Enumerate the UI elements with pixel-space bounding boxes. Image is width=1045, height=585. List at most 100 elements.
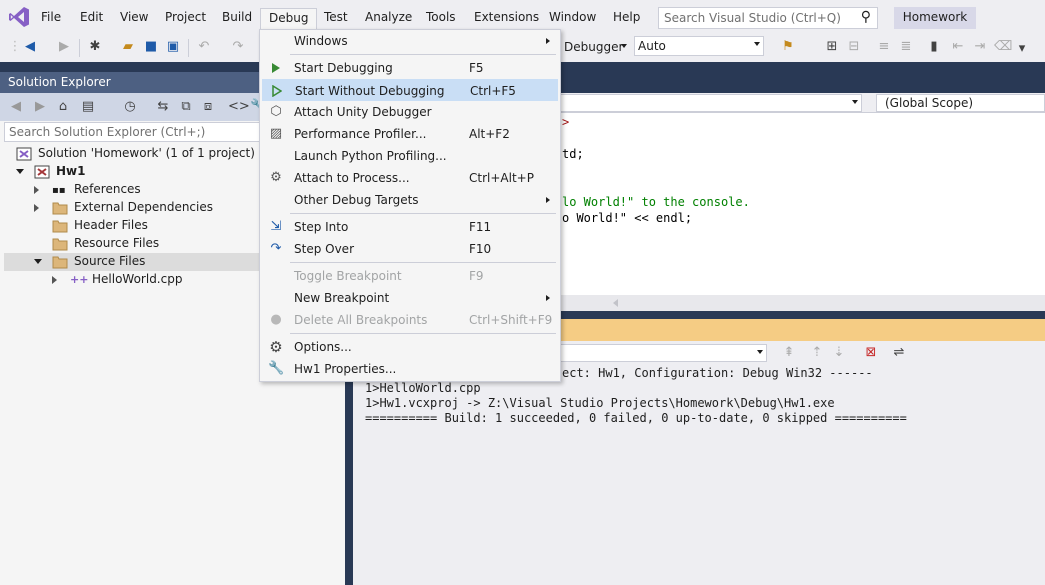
scope-navigation-combo[interactable]: (Global Scope) bbox=[876, 94, 1045, 112]
collapsed-arrow-icon[interactable] bbox=[34, 204, 39, 212]
solution-name-badge: Homework bbox=[894, 7, 976, 29]
search-input[interactable]: Search Visual Studio (Ctrl+Q) ⚲ bbox=[658, 7, 878, 29]
debug-menu-step-into[interactable]: ⇲ Step Into F11 bbox=[262, 216, 558, 238]
show-all-files-icon[interactable]: ⧈ bbox=[200, 99, 216, 115]
code-line: > bbox=[562, 115, 570, 129]
undo-icon[interactable]: ↶ bbox=[196, 39, 212, 55]
menu-build[interactable]: Build bbox=[222, 8, 252, 28]
collapsed-arrow-icon[interactable] bbox=[52, 276, 57, 284]
debug-menu-new-breakpoint[interactable]: New Breakpoint bbox=[262, 287, 558, 309]
clear-bookmarks-icon[interactable]: ⌫ bbox=[994, 39, 1012, 55]
debug-menu-windows[interactable]: Windows bbox=[262, 30, 558, 52]
submenu-arrow-icon bbox=[546, 38, 550, 44]
indent-icon[interactable]: ≡ bbox=[876, 39, 892, 55]
expanded-arrow-icon[interactable] bbox=[16, 169, 24, 174]
uncomment-icon[interactable]: ⊟ bbox=[846, 39, 862, 55]
menu-help[interactable]: Help bbox=[613, 8, 640, 28]
prev-message-icon[interactable]: ⇡ bbox=[809, 345, 825, 361]
menu-view[interactable]: View bbox=[120, 8, 148, 28]
debugger-dropdown-arrow-icon[interactable] bbox=[621, 44, 627, 48]
unity-icon: ⬡ bbox=[270, 104, 282, 119]
output-line: ect: Hw1, Configuration: Debug Win32 ---… bbox=[562, 366, 873, 380]
next-message-icon[interactable]: ⇣ bbox=[831, 345, 847, 361]
word-wrap-icon[interactable]: ⇌ bbox=[891, 345, 907, 361]
forward-icon[interactable]: ▶ bbox=[32, 99, 48, 115]
solution-explorer-search-input[interactable]: Search Solution Explorer (Ctrl+;) bbox=[4, 122, 262, 142]
member-navigation-combo[interactable] bbox=[560, 94, 862, 112]
menu-separator bbox=[290, 54, 556, 55]
go-to-message-icon[interactable]: ⇞ bbox=[781, 345, 797, 361]
scroll-left-icon[interactable] bbox=[613, 299, 618, 307]
solution-config-combo[interactable]: Auto bbox=[634, 36, 764, 56]
menu-edit[interactable]: Edit bbox=[80, 8, 103, 28]
outdent-icon[interactable]: ≣ bbox=[898, 39, 914, 55]
debug-menu-toggle-breakpoint[interactable]: Toggle Breakpoint F9 bbox=[262, 265, 558, 287]
output-source-combo[interactable] bbox=[560, 344, 767, 362]
collapsed-arrow-icon[interactable] bbox=[34, 186, 39, 194]
folder-icon bbox=[52, 238, 68, 251]
debug-menu-attach-unity-debugger[interactable]: ⬡ Attach Unity Debugger bbox=[262, 101, 558, 123]
navigate-back-icon[interactable]: ◀ bbox=[22, 39, 38, 55]
visual-studio-logo-icon[interactable] bbox=[8, 6, 30, 28]
toolbar-overflow-icon[interactable]: ▾ bbox=[1014, 41, 1030, 57]
view-code-icon[interactable]: <> bbox=[228, 99, 250, 115]
attach-process-icon: ⚙ bbox=[270, 170, 282, 185]
code-line: lo World!" to the console. bbox=[562, 195, 750, 209]
debugger-label: Debugger bbox=[564, 40, 624, 54]
menu-test[interactable]: Test bbox=[324, 8, 348, 28]
find-in-files-icon[interactable]: ⚑ bbox=[780, 39, 796, 55]
back-icon[interactable]: ◀ bbox=[8, 99, 24, 115]
redo-icon[interactable]: ↷ bbox=[230, 39, 246, 55]
tree-item-label: Resource Files bbox=[74, 236, 160, 250]
switch-views-icon[interactable]: ▤ bbox=[80, 99, 96, 115]
debug-menu-attach-to-process[interactable]: ⚙ Attach to Process... Ctrl+Alt+P bbox=[262, 167, 558, 189]
output-line: 1>Hw1.vcxproj -> Z:\Visual Studio Projec… bbox=[365, 396, 835, 410]
collapse-all-icon[interactable]: ⧉ bbox=[178, 99, 194, 115]
project-icon bbox=[34, 165, 50, 179]
folder-icon bbox=[52, 202, 68, 215]
debug-menu-start-debugging[interactable]: Start Debugging F5 bbox=[262, 57, 558, 79]
search-placeholder: Search Visual Studio (Ctrl+Q) bbox=[664, 11, 841, 25]
menu-project[interactable]: Project bbox=[165, 8, 206, 28]
solution-icon bbox=[16, 147, 32, 161]
open-folder-icon[interactable]: ▰ bbox=[120, 39, 136, 55]
code-line: td; bbox=[562, 147, 584, 161]
debug-menu-launch-python-profiling[interactable]: Launch Python Profiling... bbox=[262, 145, 558, 167]
debug-menu-options[interactable]: ⚙ Options... bbox=[262, 336, 558, 358]
tree-item-label: References bbox=[74, 182, 141, 196]
tree-item-label: External Dependencies bbox=[74, 200, 214, 214]
menu-window[interactable]: Window bbox=[549, 8, 596, 28]
debug-menu-step-over[interactable]: ↷ Step Over F10 bbox=[262, 238, 558, 260]
save-all-icon[interactable]: ▣ bbox=[165, 39, 181, 55]
clear-all-icon[interactable]: ⊠ bbox=[863, 345, 879, 361]
menu-debug[interactable]: Debug bbox=[260, 8, 318, 30]
bookmark-icon[interactable]: ▮ bbox=[926, 39, 942, 55]
debug-menu-performance-profiler[interactable]: ▨ Performance Profiler... Alt+F2 bbox=[262, 123, 558, 145]
comment-icon[interactable]: ⊞ bbox=[824, 39, 840, 55]
menu-tools[interactable]: Tools bbox=[426, 8, 456, 28]
next-bookmark-icon[interactable]: ⇥ bbox=[972, 39, 988, 55]
profiler-icon: ▨ bbox=[269, 126, 283, 141]
menu-extensions[interactable]: Extensions bbox=[474, 8, 539, 28]
tree-item-label: Header Files bbox=[74, 218, 148, 232]
expanded-arrow-icon[interactable] bbox=[34, 259, 42, 264]
chevron-down-icon bbox=[757, 350, 763, 354]
debug-menu-delete-all-breakpoints[interactable]: ● Delete All Breakpoints Ctrl+Shift+F9 bbox=[262, 309, 558, 331]
play-outline-icon bbox=[272, 85, 282, 97]
references-icon: ▪▪ bbox=[52, 185, 66, 196]
tree-item-label: Source Files bbox=[74, 254, 146, 268]
debug-menu-start-without-debugging[interactable]: Start Without Debugging Ctrl+F5 bbox=[262, 79, 558, 101]
navigate-forward-icon[interactable]: ▶ bbox=[56, 39, 72, 55]
scope-label: (Global Scope) bbox=[885, 96, 974, 110]
menu-separator bbox=[290, 262, 556, 263]
debug-menu-hw1-properties[interactable]: 🔧 Hw1 Properties... bbox=[262, 358, 558, 380]
pending-changes-icon[interactable]: ◷ bbox=[122, 99, 138, 115]
home-icon[interactable]: ⌂ bbox=[55, 99, 71, 115]
new-project-icon[interactable]: ✱ bbox=[87, 39, 103, 55]
save-icon[interactable]: ■ bbox=[143, 39, 159, 55]
sync-icon[interactable]: ⇆ bbox=[155, 99, 171, 115]
debug-menu-other-debug-targets[interactable]: Other Debug Targets bbox=[262, 189, 558, 211]
menu-analyze[interactable]: Analyze bbox=[365, 8, 412, 28]
menu-file[interactable]: File bbox=[41, 8, 61, 28]
prev-bookmark-icon[interactable]: ⇤ bbox=[950, 39, 966, 55]
